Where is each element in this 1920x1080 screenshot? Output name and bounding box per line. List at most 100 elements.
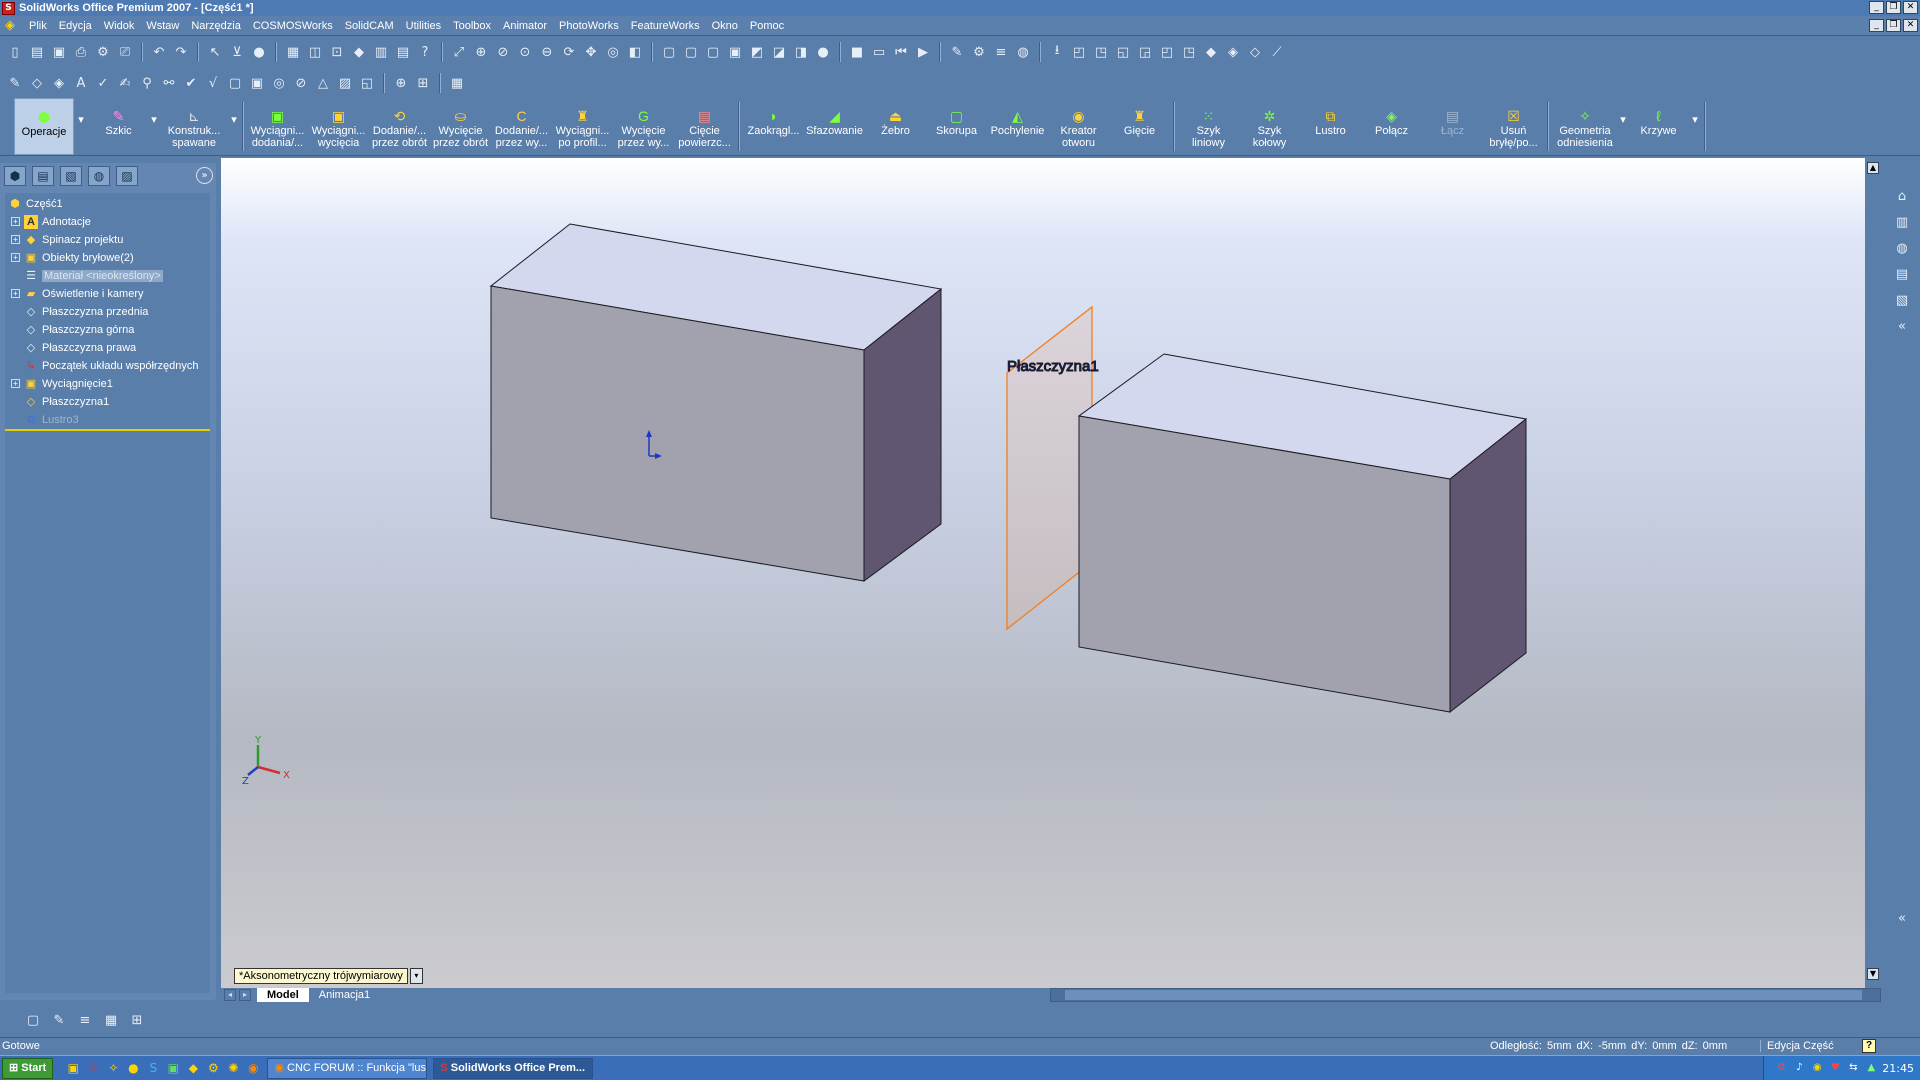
sketch-dropdown[interactable]: ▾ [149,98,159,155]
block-icon[interactable]: ◱ [358,74,376,92]
tray-volume-icon[interactable]: ♪ [1792,1061,1806,1075]
revolved-boss-button[interactable]: ⟲ Dodanie/... przez obrót [369,98,430,155]
quicklaunch-app9-icon[interactable]: ✺ [225,1060,241,1076]
back-view-icon[interactable]: ◳ [1092,43,1110,61]
shaded-icon[interactable]: ◩ [748,43,766,61]
auto-balloon-icon[interactable]: ⚯ [160,74,178,92]
lofted-boss-button[interactable]: ♜ Wyciągni... po profil... [552,98,613,155]
menu-featureworks[interactable]: FeatureWorks [625,20,706,32]
photoworks-tab-icon[interactable]: ◍ [88,166,110,186]
save-icon[interactable]: ▣ [50,43,68,61]
menu-tools[interactable]: Narzędzia [185,20,247,32]
zoom-in-out-icon[interactable]: ⊘ [494,43,512,61]
rollback-bar[interactable] [5,429,210,431]
collapse-pane-icon[interactable]: « [1893,318,1911,336]
measure-icon[interactable]: ⟋ [1268,43,1286,61]
expand-panel-icon[interactable]: » [196,167,213,184]
tray-app4-icon[interactable]: ♥ [1828,1061,1842,1075]
menu-help[interactable]: Pomoc [744,20,790,32]
tree-bottom-icon[interactable]: ⊞ [128,1011,146,1029]
expand-icon[interactable]: + [11,235,20,244]
expand-icon[interactable]: + [11,379,20,388]
tree-item-lights-cameras[interactable]: + ▰ Oświetlenie i kamery [11,285,143,302]
view-orientation-label[interactable]: *Aksonometryczny trójwymiarowy [234,968,408,984]
view-cube-icon[interactable]: ▢ [24,1011,42,1029]
menu-solidcam[interactable]: SolidCAM [339,20,400,32]
tree-item-mirror3[interactable]: ⧉ Lustro3 [11,411,79,428]
tree-item-solid-bodies[interactable]: + ▣ Obiekty bryłowe(2) [11,249,134,266]
combine-button[interactable]: ◈ Połącz [1361,98,1422,155]
file-explorer-icon[interactable]: ▤ [1893,266,1911,284]
3d-view-icon[interactable]: ◎ [604,43,622,61]
snap-icon[interactable]: ⊡ [328,43,346,61]
new-icon[interactable]: ▯ [6,43,24,61]
centerline-icon[interactable]: ⊞ [414,74,432,92]
quicklaunch-app8-icon[interactable]: ⚙ [205,1060,221,1076]
curves-dropdown[interactable]: ▾ [1689,98,1701,155]
menu-window[interactable]: Okno [706,20,744,32]
menu-cosmosworks[interactable]: COSMOSWorks [247,20,339,32]
graphics-area[interactable]: Płaszczyzna1 Y X Z ▲ ▼ [221,158,1881,988]
wireframe-icon[interactable]: ▢ [660,43,678,61]
tree-item-material[interactable]: ☰ Materiał <nieokreślony> [11,267,163,284]
tree-item-plane1[interactable]: ◇ Płaszczyzna1 [11,393,110,410]
swept-cut-button[interactable]: G Wycięcie przez wy... [613,98,674,155]
collapse-bottom-icon[interactable]: « [1893,910,1911,928]
doc-restore-button[interactable]: ❐ [1886,19,1901,32]
tray-app3-icon[interactable]: ◉ [1810,1061,1824,1075]
expand-icon[interactable]: + [11,217,20,226]
properties-icon[interactable]: ▤ [394,43,412,61]
realview-icon[interactable]: ● [814,43,832,61]
tree-root[interactable]: ⬢ Część1 [8,195,63,212]
left-view-icon[interactable]: ◱ [1114,43,1132,61]
quicklaunch-app7-icon[interactable]: ◆ [185,1060,201,1076]
zoom-fit-icon[interactable]: ⤢ [450,43,468,61]
center-mark-icon[interactable]: ⊕ [392,74,410,92]
rotate-icon[interactable]: ⟳ [560,43,578,61]
doc-minimize-button[interactable]: _ [1869,19,1884,32]
features-dropdown[interactable]: ▾ [74,98,88,155]
viewport-vertical-scrollbar[interactable]: ▲ ▼ [1865,158,1881,988]
sketch-bottom-icon[interactable]: ✎ [50,1011,68,1029]
extruded-boss-button[interactable]: ▣ Wyciągni... dodania/... [247,98,308,155]
library-icon[interactable]: ◆ [350,43,368,61]
top-view-icon[interactable]: ◰ [1158,43,1176,61]
shaded-edges-icon[interactable]: ▣ [726,43,744,61]
sketch-tools-icon[interactable]: ✎ [948,43,966,61]
menu-insert[interactable]: Wstaw [140,20,185,32]
help-icon[interactable]: ? [416,43,434,61]
menu-view[interactable]: Widok [98,20,141,32]
menu-utilities[interactable]: Utilities [400,20,447,32]
rebuild-icon[interactable]: ● [250,43,268,61]
smart-dimension-icon[interactable]: ◇ [28,74,46,92]
expand-icon[interactable]: + [11,289,20,298]
clock[interactable]: 21:45 [1882,1062,1914,1075]
print-icon[interactable]: ⎙ [72,43,90,61]
menu-photoworks[interactable]: PhotoWorks [553,20,625,32]
play-icon[interactable]: ▶ [914,43,932,61]
open-icon[interactable]: ▤ [28,43,46,61]
expand-icon[interactable]: + [11,253,20,262]
tree-item-right-plane[interactable]: ◇ Płaszczyzna prawa [11,339,136,356]
tree-item-extrude1[interactable]: + ▣ Wyciągnięcie1 [11,375,113,392]
tree-item-top-plane[interactable]: ◇ Płaszczyzna górna [11,321,135,338]
balloon-icon[interactable]: ⚲ [138,74,156,92]
trimetric-view-icon[interactable]: ◈ [1224,43,1242,61]
select-icon[interactable]: ↖ [206,43,224,61]
tab-weldments[interactable]: ⊾ Konstruk... spawane [159,98,229,155]
tab-features[interactable]: ⬢ Operacje [14,98,74,155]
front-view-icon[interactable]: ◰ [1070,43,1088,61]
mirror-button[interactable]: ⧉ Lustro [1300,98,1361,155]
restore-button[interactable]: ❐ [1886,1,1901,14]
hole-wizard-button[interactable]: ◉ Kreator otworu [1048,98,1109,155]
tab-first-icon[interactable]: ◂ [224,989,236,1001]
note-icon[interactable]: ✍ [116,74,134,92]
tray-network-icon[interactable]: ⇆ [1846,1061,1860,1075]
options-icon[interactable]: ⚙ [94,43,112,61]
weldments-dropdown[interactable]: ▾ [229,98,239,155]
reference-geometry-dropdown[interactable]: ▾ [1618,98,1628,155]
animator-tab-icon[interactable]: ▨ [116,166,138,186]
extruded-cut-button[interactable]: ▣ Wyciągni... wycięcia [308,98,369,155]
dimetric-view-icon[interactable]: ◇ [1246,43,1264,61]
select-filter-icon[interactable]: ⊻ [228,43,246,61]
